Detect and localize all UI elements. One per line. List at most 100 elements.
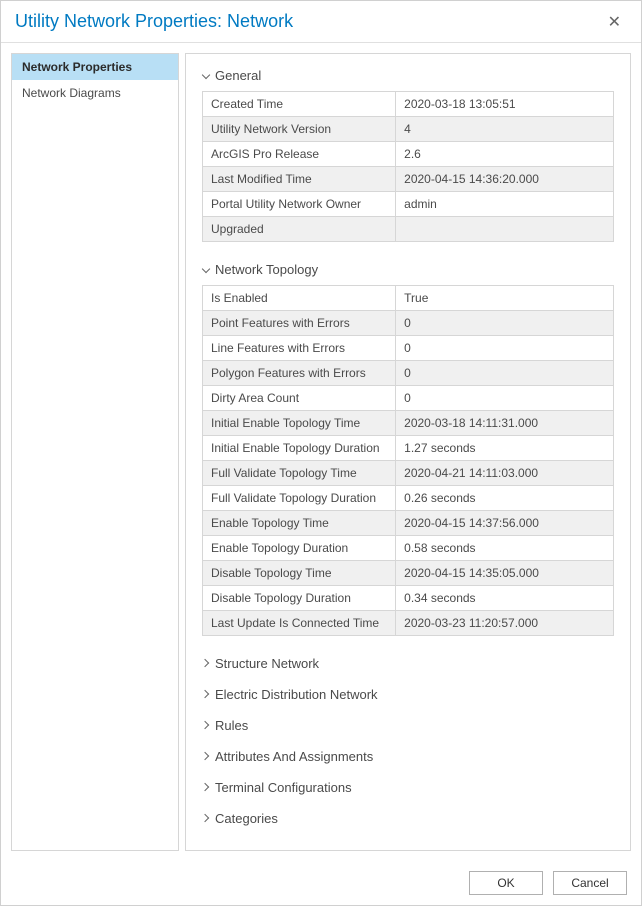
table-row: Initial Enable Topology Duration1.27 sec… [203,436,614,461]
table-row: Created Time2020-03-18 13:05:51 [203,92,614,117]
section-header-structure-network[interactable]: Structure Network [202,656,614,671]
prop-label: Enable Topology Duration [203,536,396,561]
prop-label: Enable Topology Time [203,511,396,536]
sidebar: Network Properties Network Diagrams [11,53,179,851]
table-row: Enable Topology Time2020-04-15 14:37:56.… [203,511,614,536]
prop-value: 4 [396,117,614,142]
prop-value: 2.6 [396,142,614,167]
dialog-body: Network Properties Network Diagrams Gene… [1,43,641,861]
section-title: Electric Distribution Network [215,687,378,702]
table-row: Last Modified Time2020-04-15 14:36:20.00… [203,167,614,192]
prop-value: 2020-04-15 14:35:05.000 [396,561,614,586]
table-row: Is EnabledTrue [203,286,614,311]
dialog: Utility Network Properties: Network ✕ Ne… [0,0,642,906]
prop-label: Is Enabled [203,286,396,311]
prop-label: Utility Network Version [203,117,396,142]
chevron-right-icon [202,659,211,668]
table-row: Disable Topology Duration0.34 seconds [203,586,614,611]
chevron-right-icon [202,752,211,761]
table-row: Full Validate Topology Duration0.26 seco… [203,486,614,511]
prop-value: 2020-03-18 13:05:51 [396,92,614,117]
table-row: ArcGIS Pro Release2.6 [203,142,614,167]
prop-label: Full Validate Topology Time [203,461,396,486]
prop-value: 0 [396,361,614,386]
prop-label: Last Modified Time [203,167,396,192]
titlebar: Utility Network Properties: Network ✕ [1,1,641,43]
section-header-rules[interactable]: Rules [202,718,614,733]
table-row: Polygon Features with Errors0 [203,361,614,386]
table-row: Portal Utility Network Owneradmin [203,192,614,217]
prop-label: Disable Topology Time [203,561,396,586]
prop-value: 2020-04-15 14:37:56.000 [396,511,614,536]
section-title: Network Topology [215,262,318,277]
prop-label: Created Time [203,92,396,117]
prop-value: 2020-04-15 14:36:20.000 [396,167,614,192]
prop-label: Initial Enable Topology Duration [203,436,396,461]
prop-value: 0 [396,336,614,361]
prop-value: 2020-04-21 14:11:03.000 [396,461,614,486]
prop-value: True [396,286,614,311]
general-table: Created Time2020-03-18 13:05:51 Utility … [202,91,614,242]
prop-value: 1.27 seconds [396,436,614,461]
chevron-right-icon [202,690,211,699]
table-row: Upgraded [203,217,614,242]
section-header-electric-distribution[interactable]: Electric Distribution Network [202,687,614,702]
table-row: Dirty Area Count0 [203,386,614,411]
chevron-down-icon [202,71,211,80]
prop-label: Line Features with Errors [203,336,396,361]
table-row: Enable Topology Duration0.58 seconds [203,536,614,561]
prop-value: 2020-03-23 11:20:57.000 [396,611,614,636]
chevron-right-icon [202,783,211,792]
prop-value: admin [396,192,614,217]
prop-value: 0.26 seconds [396,486,614,511]
prop-value: 0.34 seconds [396,586,614,611]
prop-value: 2020-03-18 14:11:31.000 [396,411,614,436]
table-row: Initial Enable Topology Time2020-03-18 1… [203,411,614,436]
table-row: Line Features with Errors0 [203,336,614,361]
button-bar: OK Cancel [1,861,641,905]
table-row: Last Update Is Connected Time2020-03-23 … [203,611,614,636]
close-icon[interactable]: ✕ [602,12,627,32]
prop-label: ArcGIS Pro Release [203,142,396,167]
section-title: Attributes And Assignments [215,749,373,764]
prop-label: Last Update Is Connected Time [203,611,396,636]
prop-label: Portal Utility Network Owner [203,192,396,217]
section-title: Structure Network [215,656,319,671]
sidebar-item-network-diagrams[interactable]: Network Diagrams [12,80,178,106]
prop-label: Polygon Features with Errors [203,361,396,386]
prop-value: 0 [396,386,614,411]
sidebar-item-label: Network Diagrams [22,86,121,100]
section-header-categories[interactable]: Categories [202,811,614,826]
prop-label: Full Validate Topology Duration [203,486,396,511]
section-title: Categories [215,811,278,826]
main-panel: General Created Time2020-03-18 13:05:51 … [185,53,631,851]
prop-label: Point Features with Errors [203,311,396,336]
table-row: Disable Topology Time2020-04-15 14:35:05… [203,561,614,586]
prop-label: Disable Topology Duration [203,586,396,611]
chevron-down-icon [202,265,211,274]
chevron-right-icon [202,721,211,730]
table-row: Point Features with Errors0 [203,311,614,336]
topology-table: Is EnabledTrue Point Features with Error… [202,285,614,636]
sidebar-item-network-properties[interactable]: Network Properties [12,54,178,80]
prop-value: 0.58 seconds [396,536,614,561]
table-row: Full Validate Topology Time2020-04-21 14… [203,461,614,486]
ok-button[interactable]: OK [469,871,543,895]
section-title: Terminal Configurations [215,780,352,795]
sidebar-item-label: Network Properties [22,60,132,74]
section-header-topology[interactable]: Network Topology [202,262,614,277]
prop-label: Initial Enable Topology Time [203,411,396,436]
section-title: Rules [215,718,248,733]
chevron-right-icon [202,814,211,823]
prop-label: Upgraded [203,217,396,242]
section-header-terminal-configs[interactable]: Terminal Configurations [202,780,614,795]
dialog-title: Utility Network Properties: Network [15,11,293,32]
prop-label: Dirty Area Count [203,386,396,411]
section-header-attributes[interactable]: Attributes And Assignments [202,749,614,764]
section-header-general[interactable]: General [202,68,614,83]
prop-value [396,217,614,242]
cancel-button[interactable]: Cancel [553,871,627,895]
table-row: Utility Network Version4 [203,117,614,142]
section-title: General [215,68,261,83]
prop-value: 0 [396,311,614,336]
